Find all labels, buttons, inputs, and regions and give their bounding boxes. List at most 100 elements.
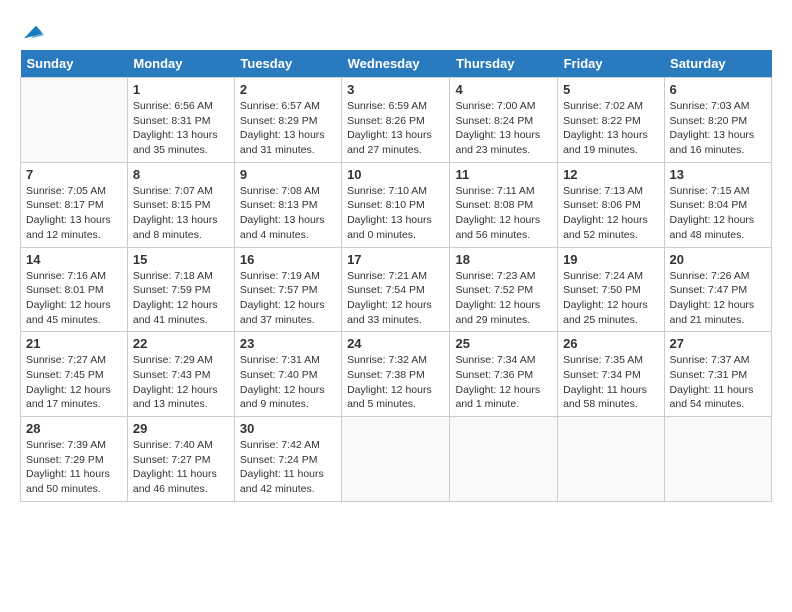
day-number: 10 — [347, 167, 444, 182]
table-row: 23 Sunrise: 7:31 AMSunset: 7:40 PMDayligh… — [234, 332, 341, 417]
calendar-table: SundayMondayTuesdayWednesdayThursdayFrid… — [20, 50, 772, 502]
day-detail: Sunrise: 7:32 AMSunset: 7:38 PMDaylight:… — [347, 353, 444, 412]
table-row: 3 Sunrise: 6:59 AMSunset: 8:26 PMDaylight… — [342, 78, 450, 163]
table-row: 7 Sunrise: 7:05 AMSunset: 8:17 PMDaylight… — [21, 162, 128, 247]
table-row — [21, 78, 128, 163]
day-number: 26 — [563, 336, 658, 351]
day-detail: Sunrise: 7:27 AMSunset: 7:45 PMDaylight:… — [26, 353, 122, 412]
day-number: 30 — [240, 421, 336, 436]
day-detail: Sunrise: 7:00 AMSunset: 8:24 PMDaylight:… — [455, 99, 552, 158]
day-detail: Sunrise: 7:02 AMSunset: 8:22 PMDaylight:… — [563, 99, 658, 158]
table-row: 28 Sunrise: 7:39 AMSunset: 7:29 PMDayligh… — [21, 417, 128, 502]
page-header — [20, 20, 772, 40]
logo — [20, 20, 44, 40]
col-header-thursday: Thursday — [450, 50, 558, 78]
table-row: 11 Sunrise: 7:11 AMSunset: 8:08 PMDayligh… — [450, 162, 558, 247]
day-detail: Sunrise: 7:18 AMSunset: 7:59 PMDaylight:… — [133, 269, 229, 328]
day-detail: Sunrise: 7:15 AMSunset: 8:04 PMDaylight:… — [670, 184, 766, 243]
table-row: 1 Sunrise: 6:56 AMSunset: 8:31 PMDaylight… — [127, 78, 234, 163]
day-detail: Sunrise: 6:59 AMSunset: 8:26 PMDaylight:… — [347, 99, 444, 158]
day-detail: Sunrise: 7:42 AMSunset: 7:24 PMDaylight:… — [240, 438, 336, 497]
day-number: 24 — [347, 336, 444, 351]
day-detail: Sunrise: 7:11 AMSunset: 8:08 PMDaylight:… — [455, 184, 552, 243]
table-row — [558, 417, 664, 502]
day-detail: Sunrise: 7:16 AMSunset: 8:01 PMDaylight:… — [26, 269, 122, 328]
col-header-friday: Friday — [558, 50, 664, 78]
day-number: 2 — [240, 82, 336, 97]
table-row — [450, 417, 558, 502]
table-row: 18 Sunrise: 7:23 AMSunset: 7:52 PMDayligh… — [450, 247, 558, 332]
day-detail: Sunrise: 7:07 AMSunset: 8:15 PMDaylight:… — [133, 184, 229, 243]
day-detail: Sunrise: 7:39 AMSunset: 7:29 PMDaylight:… — [26, 438, 122, 497]
day-detail: Sunrise: 7:21 AMSunset: 7:54 PMDaylight:… — [347, 269, 444, 328]
day-number: 15 — [133, 252, 229, 267]
day-number: 23 — [240, 336, 336, 351]
day-detail: Sunrise: 7:23 AMSunset: 7:52 PMDaylight:… — [455, 269, 552, 328]
table-row — [342, 417, 450, 502]
col-header-wednesday: Wednesday — [342, 50, 450, 78]
day-detail: Sunrise: 7:29 AMSunset: 7:43 PMDaylight:… — [133, 353, 229, 412]
table-row: 27 Sunrise: 7:37 AMSunset: 7:31 PMDayligh… — [664, 332, 771, 417]
day-detail: Sunrise: 7:40 AMSunset: 7:27 PMDaylight:… — [133, 438, 229, 497]
table-row: 13Sunrise: 7:15 AMSunset: 8:04 PMDayligh… — [664, 162, 771, 247]
table-row: 10 Sunrise: 7:10 AMSunset: 8:10 PMDayligh… — [342, 162, 450, 247]
col-header-saturday: Saturday — [664, 50, 771, 78]
table-row: 9Sunrise: 7:08 AMSunset: 8:13 PMDaylight… — [234, 162, 341, 247]
day-number: 28 — [26, 421, 122, 436]
day-number: 6 — [670, 82, 766, 97]
day-number: 18 — [455, 252, 552, 267]
table-row: 6 Sunrise: 7:03 AMSunset: 8:20 PMDaylight… — [664, 78, 771, 163]
day-number: 20 — [670, 252, 766, 267]
table-row: 30 Sunrise: 7:42 AMSunset: 7:24 PMDayligh… — [234, 417, 341, 502]
table-row — [664, 417, 771, 502]
table-row: 15 Sunrise: 7:18 AMSunset: 7:59 PMDayligh… — [127, 247, 234, 332]
day-detail: Sunrise: 7:19 AMSunset: 7:57 PMDaylight:… — [240, 269, 336, 328]
table-row: 25 Sunrise: 7:34 AMSunset: 7:36 PMDayligh… — [450, 332, 558, 417]
day-detail: Sunrise: 7:05 AMSunset: 8:17 PMDaylight:… — [26, 184, 122, 243]
col-header-tuesday: Tuesday — [234, 50, 341, 78]
table-row: 17 Sunrise: 7:21 AMSunset: 7:54 PMDayligh… — [342, 247, 450, 332]
day-detail: Sunrise: 7:35 AMSunset: 7:34 PMDaylight:… — [563, 353, 658, 412]
table-row: 8 Sunrise: 7:07 AMSunset: 8:15 PMDaylight… — [127, 162, 234, 247]
day-number: 14 — [26, 252, 122, 267]
day-number: 3 — [347, 82, 444, 97]
day-number: 17 — [347, 252, 444, 267]
day-detail: Sunrise: 7:37 AMSunset: 7:31 PMDaylight:… — [670, 353, 766, 412]
day-detail: Sunrise: 7:03 AMSunset: 8:20 PMDaylight:… — [670, 99, 766, 158]
table-row: 16 Sunrise: 7:19 AMSunset: 7:57 PMDayligh… — [234, 247, 341, 332]
table-row: 5 Sunrise: 7:02 AMSunset: 8:22 PMDaylight… — [558, 78, 664, 163]
day-detail: Sunrise: 7:31 AMSunset: 7:40 PMDaylight:… — [240, 353, 336, 412]
day-detail: Sunrise: 6:56 AMSunset: 8:31 PMDaylight:… — [133, 99, 229, 158]
day-number: 27 — [670, 336, 766, 351]
day-number: 1 — [133, 82, 229, 97]
day-detail: Sunrise: 7:34 AMSunset: 7:36 PMDaylight:… — [455, 353, 552, 412]
day-detail: Sunrise: 7:26 AMSunset: 7:47 PMDaylight:… — [670, 269, 766, 328]
day-number: 22 — [133, 336, 229, 351]
table-row: 2 Sunrise: 6:57 AMSunset: 8:29 PMDaylight… — [234, 78, 341, 163]
day-number: 21 — [26, 336, 122, 351]
day-number: 19 — [563, 252, 658, 267]
day-detail: Sunrise: 7:10 AMSunset: 8:10 PMDaylight:… — [347, 184, 444, 243]
day-number: 16 — [240, 252, 336, 267]
day-number: 8 — [133, 167, 229, 182]
table-row: 21 Sunrise: 7:27 AMSunset: 7:45 PMDayligh… — [21, 332, 128, 417]
table-row: 4 Sunrise: 7:00 AMSunset: 8:24 PMDaylight… — [450, 78, 558, 163]
table-row: 24 Sunrise: 7:32 AMSunset: 7:38 PMDayligh… — [342, 332, 450, 417]
table-row: 19 Sunrise: 7:24 AMSunset: 7:50 PMDayligh… — [558, 247, 664, 332]
day-number: 12 — [563, 167, 658, 182]
day-number: 7 — [26, 167, 122, 182]
day-number: 29 — [133, 421, 229, 436]
day-number: 25 — [455, 336, 552, 351]
day-detail: Sunrise: 6:57 AMSunset: 8:29 PMDaylight:… — [240, 99, 336, 158]
day-detail: Sunrise: 7:08 AMSunset: 8:13 PMDaylight:… — [240, 184, 336, 243]
col-header-monday: Monday — [127, 50, 234, 78]
logo-icon — [20, 20, 44, 44]
table-row: 22 Sunrise: 7:29 AMSunset: 7:43 PMDayligh… — [127, 332, 234, 417]
col-header-sunday: Sunday — [21, 50, 128, 78]
table-row: 26 Sunrise: 7:35 AMSunset: 7:34 PMDayligh… — [558, 332, 664, 417]
day-detail: Sunrise: 7:24 AMSunset: 7:50 PMDaylight:… — [563, 269, 658, 328]
day-number: 4 — [455, 82, 552, 97]
day-number: 11 — [455, 167, 552, 182]
table-row: 14 Sunrise: 7:16 AMSunset: 8:01 PMDayligh… — [21, 247, 128, 332]
day-number: 5 — [563, 82, 658, 97]
